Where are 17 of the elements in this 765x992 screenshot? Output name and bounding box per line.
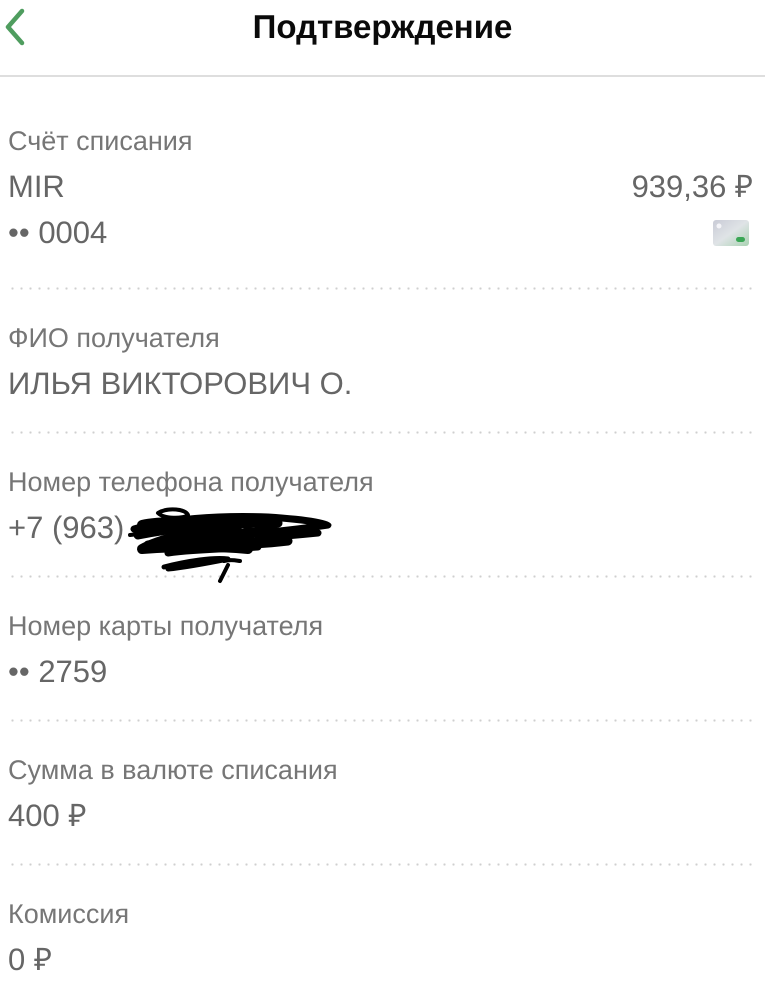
back-icon[interactable] (4, 8, 26, 46)
field-value: +7 (963) (8, 509, 124, 547)
field-value: ИЛЬЯ ВИКТОРОВИЧ О. (8, 365, 352, 403)
field-value: 400 ₽ (8, 797, 86, 835)
card-icon (713, 220, 749, 246)
field-value: 0 ₽ (8, 941, 52, 979)
screen-title: Подтверждение (252, 7, 512, 47)
field-label: Счёт списания (8, 125, 194, 158)
field-label: ФИО получателя (8, 322, 221, 355)
account-name: MIR (8, 168, 65, 206)
field-value: •• 2759 (8, 653, 108, 691)
field-label: Комиссия (8, 898, 130, 931)
field-label: Номер телефона получателя (8, 466, 375, 499)
field-label: Номер карты получателя (8, 610, 324, 643)
field-label: Сумма в валюте списания (8, 754, 339, 787)
account-balance: 939,36 ₽ (632, 168, 753, 206)
account-number: •• 0004 (8, 214, 108, 252)
